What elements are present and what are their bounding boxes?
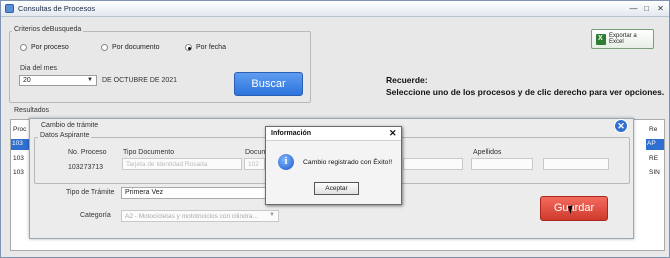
export-label: Exportar a Excel xyxy=(609,33,637,45)
tipo-doc-field[interactable]: Tarjeta de Identidad Rosada xyxy=(122,158,242,170)
nombre-field[interactable] xyxy=(403,158,463,170)
close-icon[interactable]: ✕ xyxy=(389,128,397,139)
criterios-legend: Criterios deBusqueda xyxy=(12,26,84,33)
recuerde-text: Seleccione uno de los procesos y de clic… xyxy=(386,87,665,97)
radio-por-fecha[interactable]: Por fecha xyxy=(185,44,226,51)
documento-field[interactable]: 102 xyxy=(244,158,265,170)
maximize-button[interactable]: □ xyxy=(640,3,653,14)
grid-row[interactable]: 103 xyxy=(13,169,24,176)
close-window-button[interactable]: ✕ xyxy=(654,3,667,14)
window-title: Consultas de Procesos xyxy=(18,4,96,13)
main-window: Consultas de Procesos — □ ✕ Criterios de… xyxy=(0,0,670,258)
app-icon xyxy=(5,4,14,13)
grid-header-left: Proc xyxy=(13,126,27,133)
radio-dot xyxy=(101,44,108,51)
categoria-label: Categoría xyxy=(80,212,111,219)
grid-row-selected[interactable]: AP xyxy=(646,139,664,150)
radio-por-proceso[interactable]: Por proceso xyxy=(20,44,69,51)
dialog-message: Cambio registrado con Éxito!! xyxy=(303,159,393,166)
radio-dot xyxy=(20,44,27,51)
categoria-select[interactable]: A2 - Motocicletas y mototriciclos con ci… xyxy=(121,210,279,222)
dia-label: Dia del mes xyxy=(20,65,57,72)
minimize-button[interactable]: — xyxy=(627,3,640,14)
no-proceso-value: 103273713 xyxy=(68,164,104,171)
datos-legend: Datos Aspirante xyxy=(38,132,92,139)
tipo-doc-label: Tipo Documento xyxy=(123,149,175,156)
chevron-down-icon: ▼ xyxy=(87,77,93,83)
dia-select[interactable]: 20 ▼ xyxy=(19,75,97,86)
info-icon: i xyxy=(278,154,294,170)
documento-label: Docum xyxy=(245,149,268,156)
resultados-legend: Resultados xyxy=(12,107,52,114)
grid-row[interactable]: RE xyxy=(649,155,658,162)
tipo-tramite-field[interactable]: Primera Vez xyxy=(121,187,266,199)
excel-icon xyxy=(596,33,606,45)
radio-label: Por proceso xyxy=(31,44,69,51)
month-text: DE OCTUBRE DE 2021 xyxy=(102,77,178,84)
recuerde-title: Recuerde: xyxy=(386,75,428,85)
radio-label: Por documento xyxy=(112,44,160,51)
buscar-button[interactable]: Buscar xyxy=(234,72,303,96)
grid-row[interactable]: 103 xyxy=(13,155,24,162)
export-excel-button[interactable]: Exportar a Excel xyxy=(591,29,654,49)
radio-label: Por fecha xyxy=(196,44,226,51)
title-bar: Consultas de Procesos — □ ✕ xyxy=(1,1,669,17)
radio-dot-selected xyxy=(185,44,192,51)
dialog-title-bar: Información ✕ xyxy=(266,127,401,141)
dialog-title: Información xyxy=(271,130,312,137)
radio-por-documento[interactable]: Por documento xyxy=(101,44,159,51)
grid-row-selected[interactable]: 103 xyxy=(11,139,29,150)
info-dialog: Información ✕ i Cambio registrado con Éx… xyxy=(265,126,402,205)
apellido2-field[interactable] xyxy=(543,158,609,170)
cambio-title: Cambio de trámite xyxy=(41,122,99,129)
recuerde-note: Recuerde: Seleccione uno de los procesos… xyxy=(386,74,664,98)
grid-row[interactable]: SIN xyxy=(649,169,660,176)
close-icon[interactable]: ✕ xyxy=(614,119,628,133)
categoria-value: A2 - Motocicletas y mototriciclos con ci… xyxy=(125,213,258,220)
chevron-down-icon: ▼ xyxy=(269,212,275,218)
apellido1-field[interactable] xyxy=(471,158,533,170)
dia-value: 20 xyxy=(23,77,31,84)
apellidos-label: Apellidos xyxy=(473,149,502,156)
aceptar-button[interactable]: Aceptar xyxy=(314,182,359,195)
grid-header-right: Re xyxy=(649,126,658,133)
tipo-tramite-label: Tipo de Trámite xyxy=(66,189,115,196)
no-proceso-label: No. Proceso xyxy=(68,149,107,156)
